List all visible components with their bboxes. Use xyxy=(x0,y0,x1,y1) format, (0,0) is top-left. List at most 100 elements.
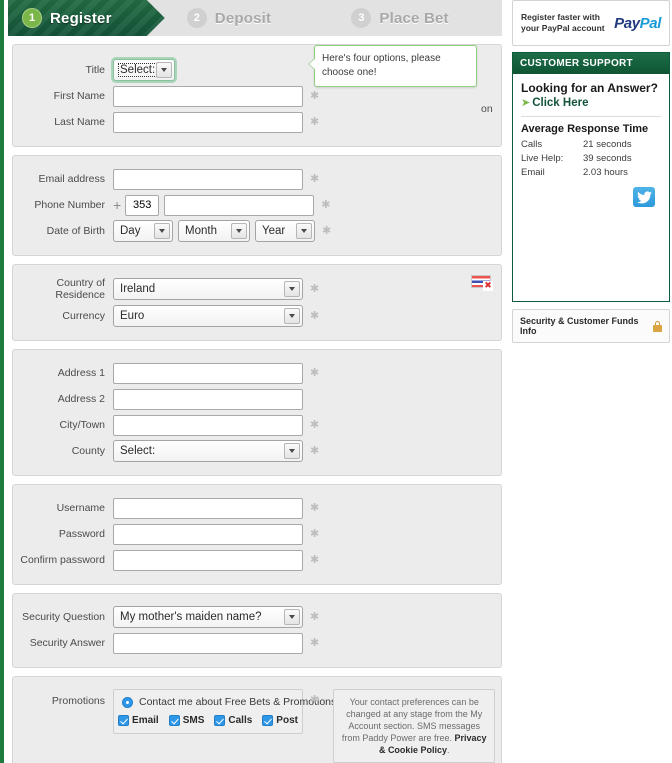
response-channel: Calls xyxy=(521,139,543,150)
channel-calls[interactable]: Calls xyxy=(214,715,252,726)
required-asterisk: ✱ xyxy=(310,636,320,649)
promotions-label: Promotions xyxy=(51,695,105,707)
address1-input[interactable] xyxy=(113,362,303,384)
username-input[interactable] xyxy=(113,497,303,519)
first-name-input[interactable] xyxy=(113,85,303,107)
response-time: 21 seconds xyxy=(583,139,632,150)
note-suffix: . xyxy=(446,745,450,755)
dob-month-select[interactable]: Month xyxy=(178,220,250,242)
chevron-right-icon: ➤ xyxy=(521,97,531,109)
field-phone: Phone Number + ✱ xyxy=(13,194,501,216)
step-number: 1 xyxy=(22,8,42,28)
dob-day-select[interactable]: Day xyxy=(113,220,173,242)
password-input[interactable] xyxy=(113,523,303,545)
email-label: Email address xyxy=(38,173,105,185)
field-currency: Currency Euro ✱ xyxy=(13,305,501,327)
channel-label: Email xyxy=(132,715,159,726)
checkbox-sms[interactable] xyxy=(168,715,180,726)
security-funds-info-link[interactable]: Security & Customer Funds Info xyxy=(512,309,670,343)
response-time-title: Average Response Time xyxy=(521,123,649,135)
phone-country-code-input[interactable] xyxy=(125,194,160,216)
field-security-answer: Security Answer ✱ xyxy=(13,632,501,654)
county-select[interactable]: Select: xyxy=(113,440,303,462)
customer-support-panel: CUSTOMER SUPPORT Looking for an Answer? … xyxy=(512,52,670,302)
dob-day-value: Day xyxy=(120,225,141,237)
city-input[interactable] xyxy=(113,414,303,436)
main-form-column: 1 Register 2 Deposit 3 Place Bet on Titl… xyxy=(0,0,539,763)
required-asterisk: ✱ xyxy=(310,444,320,457)
field-security-question: Security Question My mother's maiden nam… xyxy=(13,606,501,628)
step-number: 2 xyxy=(186,8,207,28)
county-label: County xyxy=(71,445,105,457)
response-channel: Live Help: xyxy=(521,153,564,164)
click-here-label: Click Here xyxy=(532,96,589,109)
panel-account-credentials: Username ✱ Password ✱ Confirm password ✱ xyxy=(12,484,502,585)
field-country: Country of Residence Ireland ✱ xyxy=(13,277,501,301)
address1-label: Address 1 xyxy=(57,367,105,379)
step-register[interactable]: 1 Register xyxy=(8,0,165,36)
required-asterisk: ✱ xyxy=(310,553,320,566)
twitter-area xyxy=(521,181,661,301)
required-asterisk: ✱ xyxy=(310,501,320,514)
chevron-down-icon xyxy=(284,281,300,297)
checkbox-post[interactable] xyxy=(262,715,274,726)
confirm-password-input[interactable] xyxy=(113,549,303,571)
title-select[interactable]: Select: xyxy=(113,59,175,81)
field-confirm-password: Confirm password ✱ xyxy=(13,549,501,571)
response-row: Live Help: 39 seconds xyxy=(521,153,661,164)
address2-label: Address 2 xyxy=(57,393,105,405)
dob-label: Date of Birth xyxy=(46,225,105,237)
paypal-register-promo[interactable]: Register faster with your PayPal account… xyxy=(512,0,670,46)
chevron-down-icon xyxy=(284,609,300,625)
channel-label: Calls xyxy=(228,715,253,726)
click-here-link[interactable]: ➤ Click Here xyxy=(521,96,661,110)
field-date-of-birth: Date of Birth Day Month Year ✱ xyxy=(13,220,501,242)
chevron-down-icon xyxy=(231,223,247,239)
step-deposit[interactable]: 2 Deposit xyxy=(173,0,338,36)
county-value: Select: xyxy=(120,445,156,457)
lock-body xyxy=(653,324,662,332)
promotions-opt-in-row[interactable]: Contact me about Free Bets & Promotions xyxy=(122,696,336,708)
dob-year-select[interactable]: Year xyxy=(255,220,315,242)
field-address2: Address 2 xyxy=(13,388,501,410)
address2-input[interactable] xyxy=(113,388,303,410)
security-answer-input[interactable] xyxy=(113,632,303,654)
last-name-label: Last Name xyxy=(54,116,105,128)
currency-select[interactable]: Euro xyxy=(113,305,303,327)
required-asterisk: ✱ xyxy=(310,115,320,128)
customer-support-header: CUSTOMER SUPPORT xyxy=(513,53,669,74)
checkbox-email[interactable] xyxy=(118,715,130,726)
security-question-select[interactable]: My mother's maiden name? xyxy=(113,606,303,628)
confirm-password-label: Confirm password xyxy=(20,554,105,566)
channel-post[interactable]: Post xyxy=(262,715,298,726)
password-label: Password xyxy=(58,528,105,540)
required-asterisk: ✱ xyxy=(310,610,320,623)
phone-number-input[interactable] xyxy=(164,194,315,216)
required-asterisk: ✱ xyxy=(310,694,320,706)
radio-contact-me[interactable] xyxy=(122,696,133,708)
channel-email[interactable]: Email xyxy=(118,715,159,726)
email-input[interactable] xyxy=(113,168,303,190)
paypal-promo-text: Register faster with your PayPal account xyxy=(521,12,605,33)
field-username: Username ✱ xyxy=(13,497,501,519)
chevron-down-icon xyxy=(284,443,300,459)
security-question-label: Security Question xyxy=(22,611,105,623)
preferences-note: Your contact preferences can be changed … xyxy=(333,689,496,763)
country-select[interactable]: Ireland xyxy=(113,278,303,300)
twitter-icon[interactable] xyxy=(633,187,655,207)
checkbox-calls[interactable] xyxy=(214,715,226,726)
response-row: Calls 21 seconds xyxy=(521,139,661,150)
divider xyxy=(521,116,661,117)
response-time: 39 seconds xyxy=(583,153,632,164)
paypal-logo-part1: Pay xyxy=(614,14,640,32)
country-label: Country of Residence xyxy=(55,277,105,301)
step-place-bet[interactable]: 3 Place Bet xyxy=(337,0,502,36)
required-asterisk: ✱ xyxy=(322,224,332,237)
channel-sms[interactable]: SMS xyxy=(168,715,204,726)
last-name-input[interactable] xyxy=(113,111,303,133)
panel-contact-details: 18+ Email address ✱ Phone Number + ✱ Dat… xyxy=(12,155,502,335)
required-asterisk: ✱ xyxy=(310,172,320,185)
sidebar: Register faster with your PayPal account… xyxy=(512,0,670,343)
opt-in-label: Contact me about Free Bets & Promotions xyxy=(139,696,337,708)
panel-location: ✖ Country of Residence Ireland ✱ Currenc… xyxy=(12,264,502,341)
